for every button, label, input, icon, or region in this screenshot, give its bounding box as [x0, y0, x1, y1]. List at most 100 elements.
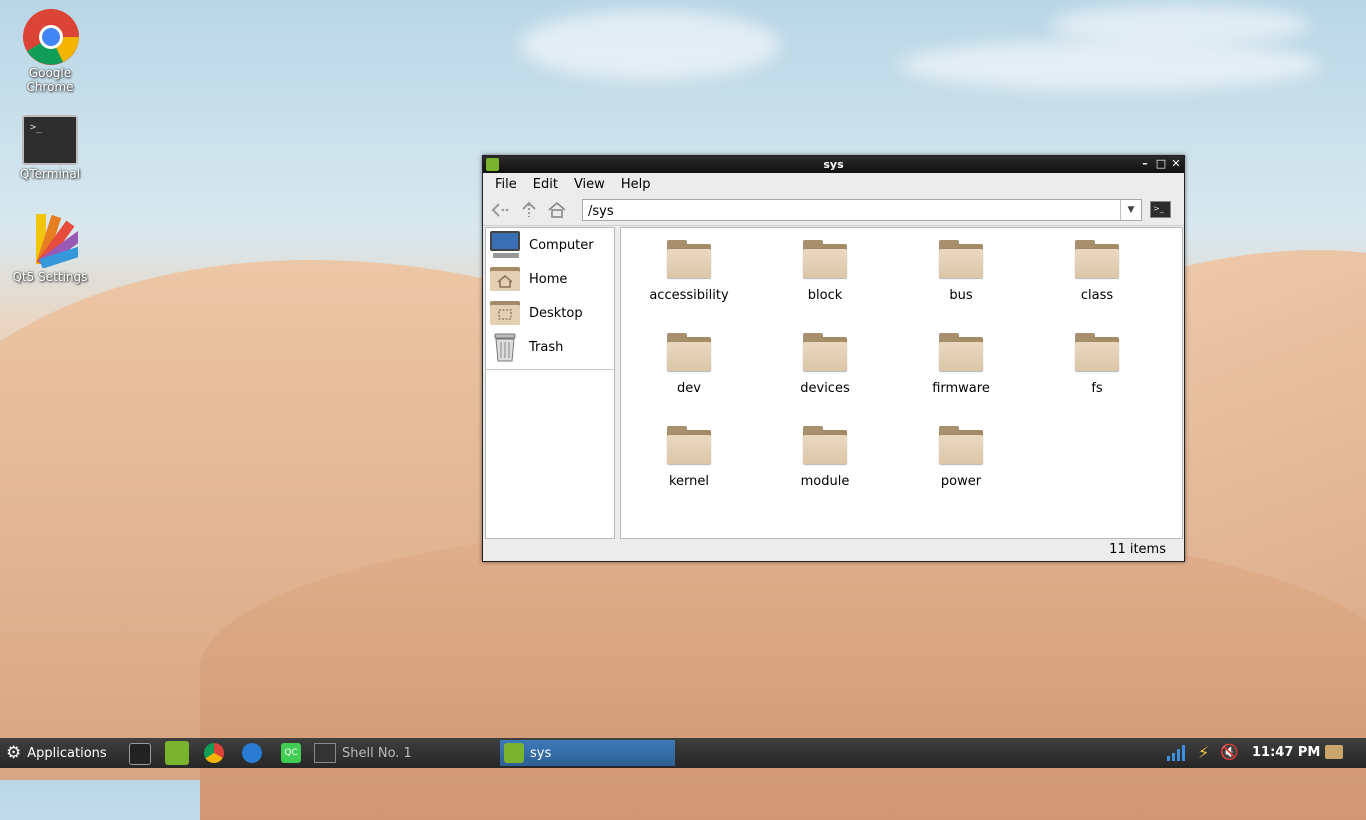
back-button[interactable]: [487, 197, 515, 223]
desktop-icon-label: QTerminal: [19, 167, 81, 181]
folder-label: fs: [1091, 381, 1103, 396]
task-sys[interactable]: sys: [500, 740, 675, 766]
folder-label: kernel: [668, 474, 710, 489]
menu-bar: File Edit View Help: [483, 173, 1184, 195]
close-icon[interactable]: ✕: [1169, 156, 1183, 173]
folder-icon: [1075, 240, 1119, 278]
home-icon: [548, 201, 566, 218]
file-view: accessibility block bus class dev device…: [620, 227, 1183, 539]
gear-icon: ⚙: [6, 743, 22, 763]
folder-icon: [803, 426, 847, 464]
folder-item[interactable]: block: [757, 240, 893, 333]
desktop-icon-label: Google Chrome: [26, 66, 74, 94]
up-arrow-icon: [522, 201, 536, 217]
file-manager-icon: [486, 158, 499, 171]
open-terminal-button[interactable]: >_: [1150, 201, 1171, 218]
folder-item[interactable]: dev: [621, 333, 757, 426]
menu-view[interactable]: View: [566, 177, 613, 192]
file-manager-window: sys – □ ✕ File Edit View Help /sys ▼ >_ …: [482, 155, 1185, 562]
window-titlebar[interactable]: sys – □ ✕: [483, 156, 1184, 173]
sidebar-item-label: Trash: [529, 339, 564, 355]
sidebar-item-desktop[interactable]: Desktop: [486, 296, 614, 330]
path-bar[interactable]: ▼: [582, 199, 1142, 221]
folder-label: accessibility: [649, 288, 729, 303]
folder-icon: [939, 333, 983, 371]
applications-label: Applications: [27, 745, 107, 761]
menu-file[interactable]: File: [487, 177, 525, 192]
qt-creator-launcher-icon[interactable]: QC: [281, 743, 301, 763]
item-count: 11 items: [1109, 542, 1166, 557]
maximize-icon[interactable]: □: [1154, 156, 1168, 173]
folder-item[interactable]: accessibility: [621, 240, 757, 333]
folder-label: firmware: [932, 381, 990, 396]
power-icon[interactable]: ⚡: [1198, 743, 1209, 762]
folder-icon: [939, 240, 983, 278]
sidebar-item-trash[interactable]: Trash: [486, 330, 614, 364]
window-title: sys: [823, 158, 844, 171]
folder-label: bus: [949, 288, 973, 303]
folder-label: power: [940, 474, 982, 489]
settings-palette-icon: [22, 212, 91, 269]
desktop-icon-label: Qt5 Settings: [12, 270, 88, 284]
sidebar-divider: [486, 369, 614, 370]
folder-icon: [1075, 333, 1119, 371]
folder-icon: [667, 240, 711, 278]
terminal-icon: [314, 743, 336, 763]
task-label: sys: [530, 745, 552, 761]
file-manager-icon: [504, 743, 524, 763]
applications-menu-button[interactable]: ⚙ Applications: [6, 738, 107, 768]
desktop-icon-chrome[interactable]: Google Chrome: [10, 8, 90, 94]
taskbar: ⚙ Applications QC Shell No. 1 sys ⚡ 🔇 11…: [0, 738, 1366, 768]
mail-launcher-icon[interactable]: [242, 743, 262, 763]
folder-item[interactable]: class: [1029, 240, 1165, 333]
menu-help[interactable]: Help: [613, 177, 659, 192]
task-label: Shell No. 1: [342, 745, 412, 761]
folder-icon: [939, 426, 983, 464]
desktop-icon-qterminal[interactable]: >_ QTerminal: [10, 115, 90, 181]
menu-edit[interactable]: Edit: [525, 177, 566, 192]
folder-icon: [803, 333, 847, 371]
path-input[interactable]: [586, 201, 1110, 221]
home-folder-icon: [489, 264, 521, 294]
up-button[interactable]: [515, 197, 543, 223]
volume-icon[interactable]: 🔇: [1220, 743, 1239, 761]
clock[interactable]: 11:47 PM: [1252, 738, 1320, 768]
sidebar-item-home[interactable]: Home: [486, 262, 614, 296]
folder-label: block: [807, 288, 843, 303]
terminal-icon: >_: [22, 115, 78, 165]
folder-label: class: [1080, 288, 1114, 303]
sidebar-item-label: Computer: [529, 237, 594, 253]
screenshot-icon[interactable]: [1325, 745, 1343, 759]
back-arrow-icon: [491, 203, 509, 217]
trash-icon: [489, 332, 521, 362]
sidebar-item-computer[interactable]: Computer: [486, 228, 614, 262]
desktop-folder-icon: [489, 298, 521, 328]
status-bar: 11 items: [483, 539, 1184, 561]
chrome-icon: [22, 8, 79, 65]
folder-item[interactable]: power: [893, 426, 1029, 519]
folder-label: devices: [800, 381, 850, 396]
folder-item[interactable]: bus: [893, 240, 1029, 333]
file-grid: accessibility block bus class dev device…: [621, 240, 1165, 519]
folder-item[interactable]: devices: [757, 333, 893, 426]
folder-label: dev: [677, 381, 701, 396]
folder-icon: [803, 240, 847, 278]
file-manager-launcher-icon[interactable]: [165, 741, 189, 765]
network-signal-icon[interactable]: [1165, 745, 1185, 765]
folder-item[interactable]: fs: [1029, 333, 1165, 426]
chevron-down-icon[interactable]: ▼: [1120, 200, 1141, 220]
computer-icon: [489, 230, 521, 260]
terminal-launcher-icon[interactable]: [129, 743, 151, 765]
home-button[interactable]: [543, 197, 571, 223]
sidebar: Computer Home Desktop Trash: [485, 227, 615, 539]
desktop-icon-qt5-settings[interactable]: Qt5 Settings: [10, 212, 91, 284]
sidebar-item-label: Home: [529, 271, 568, 287]
folder-item[interactable]: kernel: [621, 426, 757, 519]
folder-item[interactable]: firmware: [893, 333, 1029, 426]
minimize-icon[interactable]: –: [1138, 156, 1152, 173]
task-shell[interactable]: Shell No. 1: [314, 740, 494, 766]
folder-item[interactable]: module: [757, 426, 893, 519]
folder-label: module: [800, 474, 850, 489]
chrome-launcher-icon[interactable]: [204, 743, 224, 763]
sidebar-item-label: Desktop: [529, 305, 583, 321]
